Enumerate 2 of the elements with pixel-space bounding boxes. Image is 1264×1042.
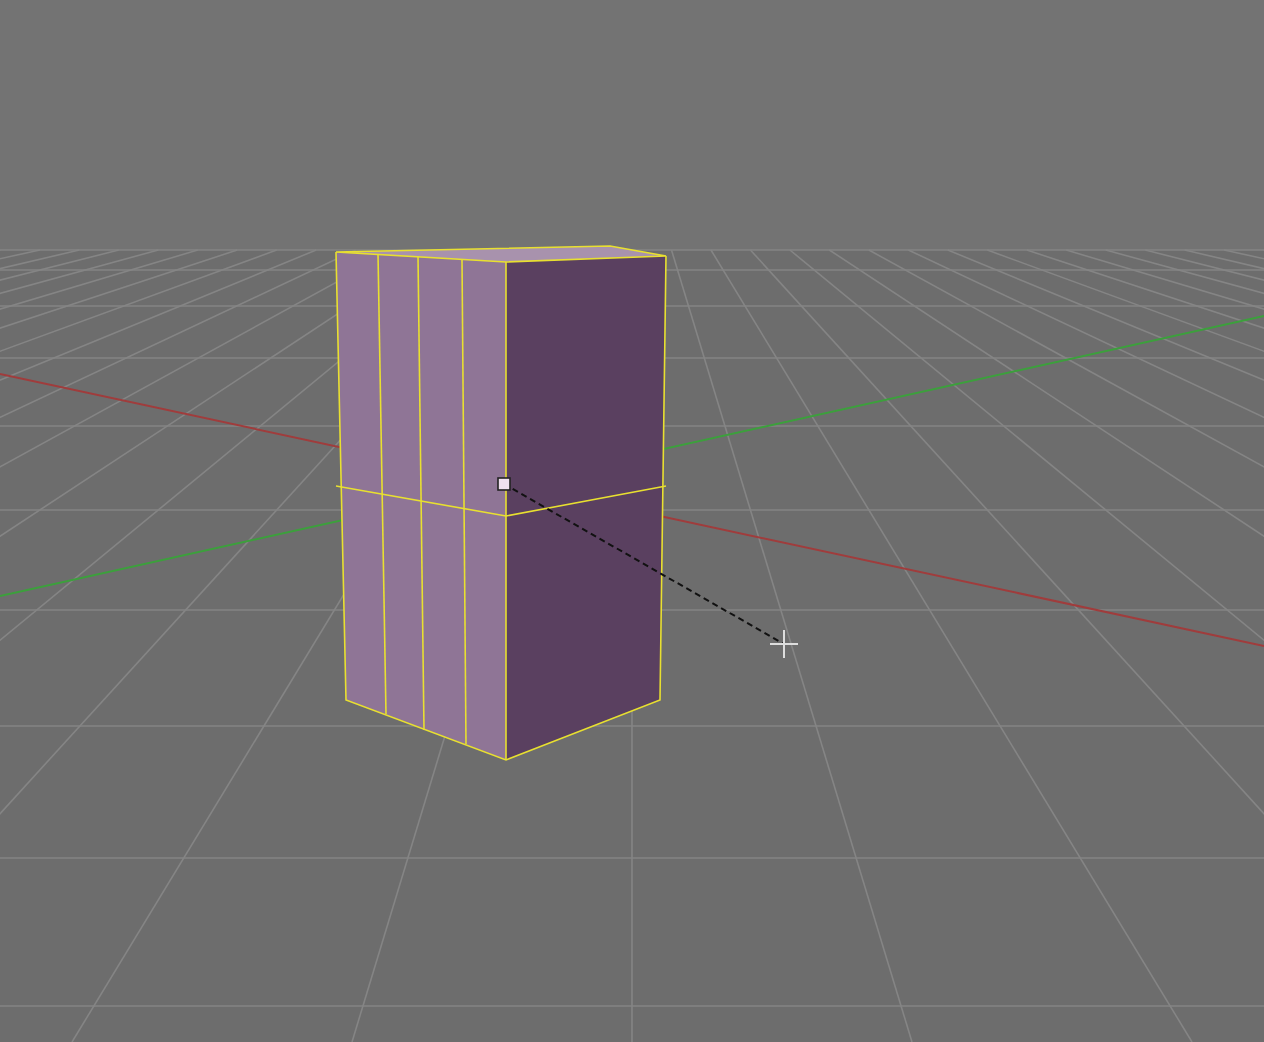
crosshair-icon: [769, 629, 799, 659]
vertex-handle[interactable]: [497, 477, 511, 491]
